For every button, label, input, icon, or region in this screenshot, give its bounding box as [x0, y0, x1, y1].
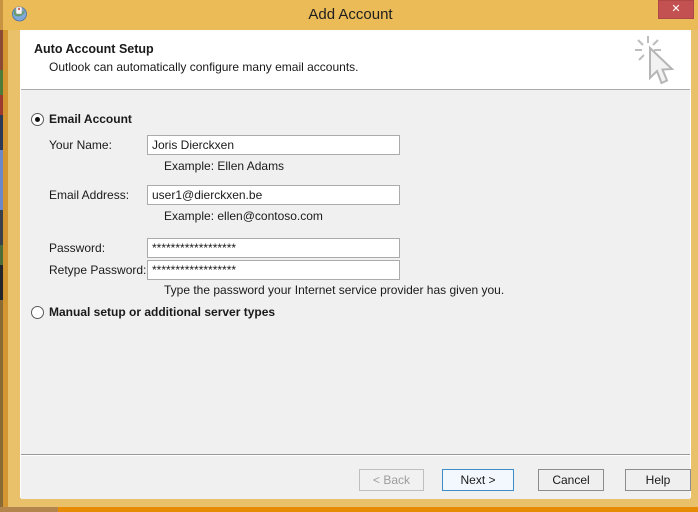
- retype-password-input[interactable]: [147, 260, 400, 280]
- help-button[interactable]: Help: [625, 469, 691, 491]
- add-account-dialog: Auto Account Setup Outlook can automatic…: [20, 30, 691, 498]
- titlebar[interactable]: Add Account ✕: [3, 0, 698, 30]
- radio-email-account[interactable]: [31, 113, 44, 126]
- desktop-taskbar-strip: [0, 507, 698, 512]
- radio-manual-setup-label: Manual setup or additional server types: [49, 305, 275, 319]
- cancel-button[interactable]: Cancel: [538, 469, 604, 491]
- back-button[interactable]: < Back: [359, 469, 424, 491]
- magic-cursor-sparkle-icon: [634, 34, 680, 88]
- your-name-label: Your Name:: [49, 138, 112, 152]
- password-hint: Type the password your Internet service …: [164, 283, 504, 297]
- screen: Add Account ✕ Auto Account Setup Outlook…: [0, 0, 698, 512]
- add-account-window: Add Account ✕ Auto Account Setup Outlook…: [3, 0, 698, 507]
- next-button[interactable]: Next >: [442, 469, 514, 491]
- radio-manual-setup[interactable]: [31, 306, 44, 319]
- window-title: Add Account: [3, 6, 698, 23]
- close-button[interactable]: ✕: [658, 0, 694, 19]
- email-address-label: Email Address:: [49, 188, 129, 202]
- dialog-header-subtitle: Outlook can automatically configure many…: [49, 60, 359, 74]
- window-border: [3, 0, 8, 507]
- your-name-example: Example: Ellen Adams: [164, 159, 284, 173]
- password-input[interactable]: [147, 238, 400, 258]
- dialog-header-title: Auto Account Setup: [34, 42, 154, 56]
- retype-password-label: Retype Password:: [49, 263, 146, 277]
- email-address-example: Example: ellen@contoso.com: [164, 209, 323, 223]
- desktop-taskbar-strip-left: [0, 507, 58, 512]
- dialog-header: Auto Account Setup Outlook can automatic…: [21, 31, 690, 90]
- email-address-input[interactable]: [147, 185, 400, 205]
- radio-email-account-label: Email Account: [49, 112, 132, 126]
- your-name-input[interactable]: [147, 135, 400, 155]
- dialog-footer: < Back Next > Cancel Help: [21, 454, 690, 499]
- password-label: Password:: [49, 241, 105, 255]
